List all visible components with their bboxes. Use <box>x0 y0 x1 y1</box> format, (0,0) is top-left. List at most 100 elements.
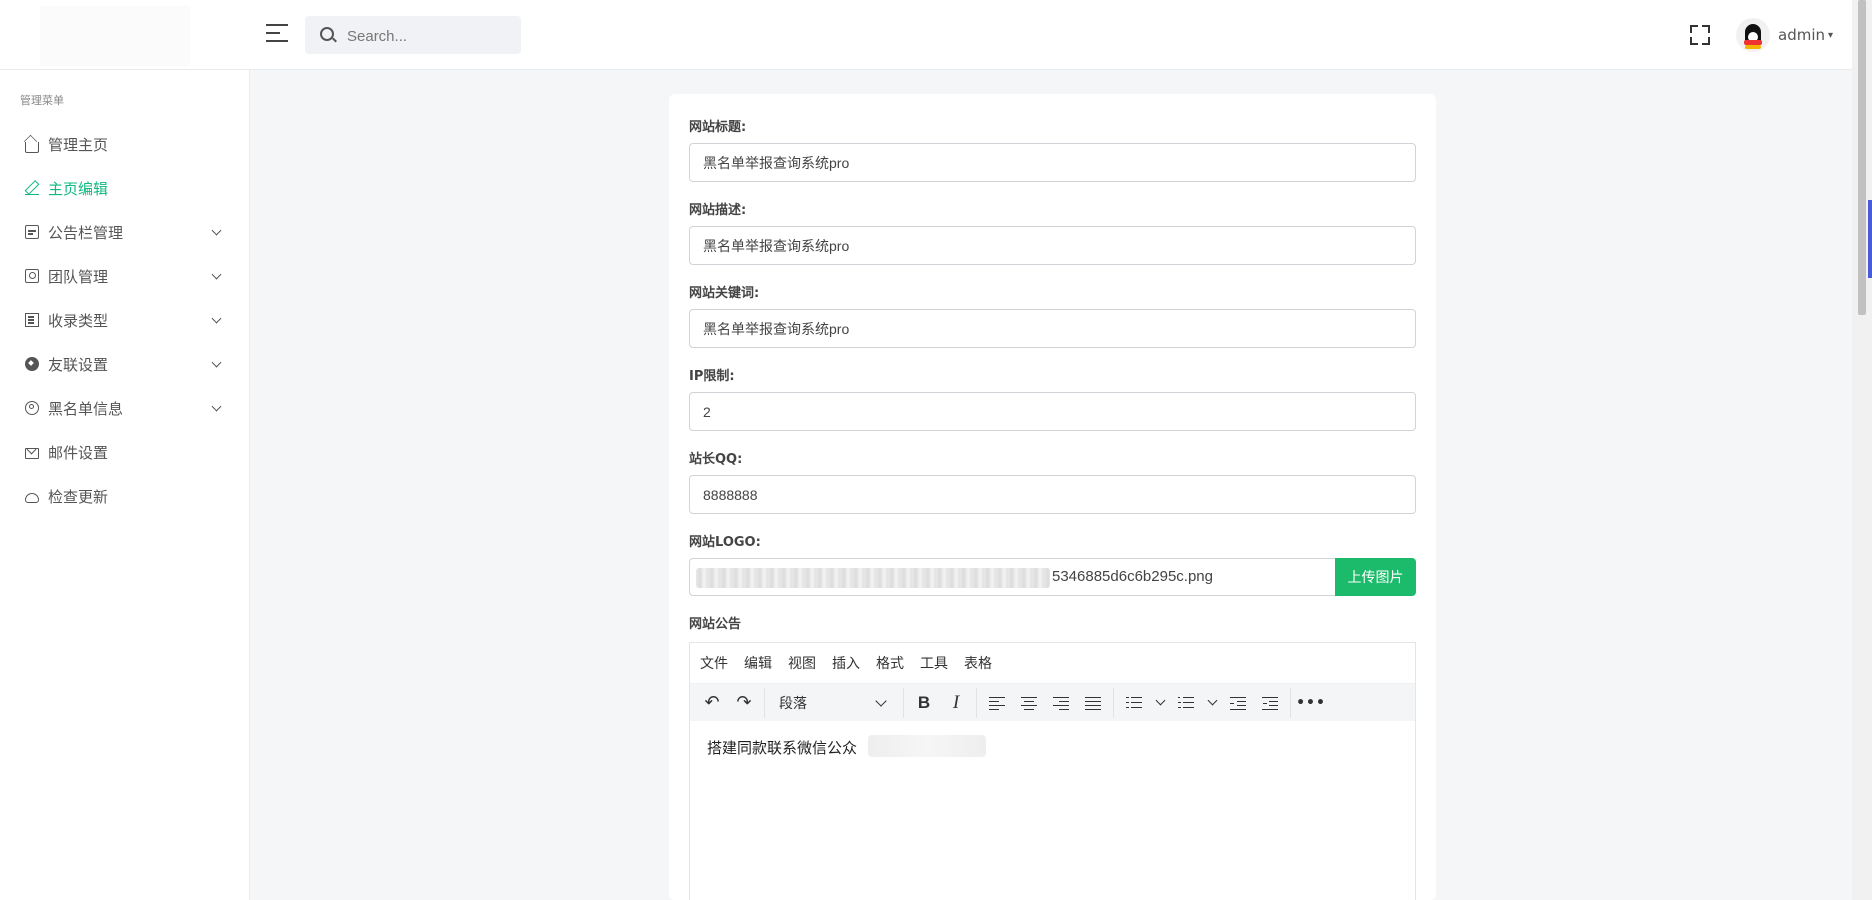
sidebar-item-label: 收录类型 <box>48 310 108 331</box>
toolbar-divider <box>764 688 765 718</box>
site-logo-label: 网站LOGO: <box>689 531 761 550</box>
sidebar-item-mail[interactable]: 邮件设置 <box>0 430 250 474</box>
bold-icon[interactable]: B <box>908 688 940 718</box>
site-keywords-input[interactable] <box>690 310 1415 347</box>
settings-form-card: 网站标题: 网站描述: 网站关键词: IP限制: 站长QQ: 网站LOGO: 5… <box>669 94 1436 900</box>
sidebar-item-team[interactable]: 团队管理 <box>0 254 250 298</box>
site-title-input[interactable] <box>690 144 1415 181</box>
editor-menubar: 文件 编辑 视图 插入 格式 工具 表格 <box>690 643 1415 683</box>
team-icon <box>25 269 39 283</box>
align-justify-icon[interactable] <box>1077 688 1109 718</box>
align-right-icon[interactable] <box>1045 688 1077 718</box>
admin-qq-field <box>689 475 1416 514</box>
sidebar-item-home-edit[interactable]: 主页编辑 <box>0 166 250 210</box>
sidebar-item-label: 管理主页 <box>48 134 108 155</box>
bullet-list-icon[interactable] <box>1118 688 1150 718</box>
outdent-icon[interactable] <box>1222 688 1254 718</box>
toolbar-divider <box>976 688 977 718</box>
sidebar-item-label: 主页编辑 <box>48 178 108 199</box>
chevron-down-icon <box>212 226 222 236</box>
redacted-text <box>868 735 986 757</box>
sidebar-item-blacklist[interactable]: 黑名单信息 <box>0 386 250 430</box>
ip-limit-label: IP限制: <box>689 365 735 384</box>
top-bar: admin ▾ <box>0 0 1852 70</box>
site-title-field <box>689 143 1416 182</box>
scrollbar-thumb[interactable] <box>1858 0 1866 315</box>
ip-limit-input[interactable] <box>690 393 1415 430</box>
search-box <box>305 16 521 54</box>
site-desc-label: 网站描述: <box>689 199 746 218</box>
sidebar-item-update[interactable]: 检查更新 <box>0 474 250 518</box>
avatar <box>1736 18 1770 52</box>
logo-filename: 5346885d6c6b295c.png <box>1052 568 1213 585</box>
align-left-icon[interactable] <box>981 688 1013 718</box>
floating-side-tab[interactable] <box>1868 200 1872 278</box>
menu-view[interactable]: 视图 <box>788 653 816 673</box>
undo-icon[interactable]: ↶ <box>696 688 728 718</box>
edit-icon <box>25 181 39 195</box>
brand-logo-area <box>40 6 190 66</box>
toolbar-divider <box>1290 688 1291 718</box>
chevron-down-icon[interactable] <box>1150 688 1170 718</box>
board-icon <box>25 225 39 239</box>
cloud-icon <box>25 493 39 503</box>
admin-qq-input[interactable] <box>690 476 1415 513</box>
menu-toggle-icon[interactable] <box>266 24 288 44</box>
chevron-down-icon <box>875 695 886 706</box>
compass-icon <box>25 357 39 371</box>
admin-qq-label: 站长QQ: <box>689 448 742 467</box>
block-format-select[interactable]: 段落 <box>769 688 899 718</box>
block-format-value: 段落 <box>779 693 807 713</box>
rich-text-editor: 文件 编辑 视图 插入 格式 工具 表格 ↶ ↷ 段落 B I <box>689 642 1416 900</box>
chevron-down-icon <box>212 270 222 280</box>
home-icon <box>25 142 39 153</box>
sidebar-item-home[interactable]: 管理主页 <box>0 122 250 166</box>
upload-image-button[interactable]: 上传图片 <box>1335 558 1416 596</box>
indent-icon[interactable] <box>1254 688 1286 718</box>
numbered-list-icon[interactable] <box>1170 688 1202 718</box>
sidebar-nav: 管理主页 主页编辑 公告栏管理 团队管理 收录类型 友联设置 黑名单 <box>0 122 250 518</box>
site-notice-label: 网站公告 <box>689 613 741 632</box>
editor-content[interactable]: 搭建同款联系微信公众 <box>690 721 1415 774</box>
sidebar-item-types[interactable]: 收录类型 <box>0 298 250 342</box>
editor-toolbar: ↶ ↷ 段落 B I ••• <box>690 683 1415 721</box>
chevron-down-icon <box>212 314 222 324</box>
redacted-path <box>696 568 1050 588</box>
menu-table[interactable]: 表格 <box>964 653 992 673</box>
chevron-down-icon <box>212 358 222 368</box>
site-keywords-label: 网站关键词: <box>689 282 759 301</box>
chevron-down-icon[interactable] <box>1202 688 1222 718</box>
sidebar-item-label: 黑名单信息 <box>48 398 123 419</box>
sidebar-item-friend-links[interactable]: 友联设置 <box>0 342 250 386</box>
site-logo-input[interactable]: 5346885d6c6b295c.png <box>689 558 1335 596</box>
align-center-icon[interactable] <box>1013 688 1045 718</box>
page-scrollbar[interactable] <box>1852 0 1872 900</box>
menu-edit[interactable]: 编辑 <box>744 653 772 673</box>
sidebar-section-title: 管理菜单 <box>20 92 64 108</box>
user-name: admin <box>1778 26 1825 44</box>
sidebar-item-label: 友联设置 <box>48 354 108 375</box>
site-title-label: 网站标题: <box>689 116 746 135</box>
italic-icon[interactable]: I <box>940 688 972 718</box>
site-desc-field <box>689 226 1416 265</box>
chevron-down-icon: ▾ <box>1828 30 1833 41</box>
toolbar-divider <box>1113 688 1114 718</box>
sidebar-item-label: 检查更新 <box>48 486 108 507</box>
notice-text: 搭建同款联系微信公众 <box>707 739 857 757</box>
sidebar-item-notice-board[interactable]: 公告栏管理 <box>0 210 250 254</box>
redo-icon[interactable]: ↷ <box>728 688 760 718</box>
menu-insert[interactable]: 插入 <box>832 653 860 673</box>
sidebar-item-label: 邮件设置 <box>48 442 108 463</box>
search-input[interactable] <box>345 16 519 56</box>
site-desc-input[interactable] <box>690 227 1415 264</box>
ip-limit-field <box>689 392 1416 431</box>
user-menu[interactable]: admin ▾ <box>1736 18 1833 52</box>
sidebar-item-label: 公告栏管理 <box>48 222 123 243</box>
menu-file[interactable]: 文件 <box>700 653 728 673</box>
menu-tools[interactable]: 工具 <box>920 653 948 673</box>
search-icon <box>320 27 334 41</box>
more-icon[interactable]: ••• <box>1295 688 1327 718</box>
fullscreen-icon[interactable] <box>1690 25 1710 45</box>
menu-format[interactable]: 格式 <box>876 653 904 673</box>
sidebar: 管理菜单 管理主页 主页编辑 公告栏管理 团队管理 收录类型 友联设置 <box>0 70 250 900</box>
